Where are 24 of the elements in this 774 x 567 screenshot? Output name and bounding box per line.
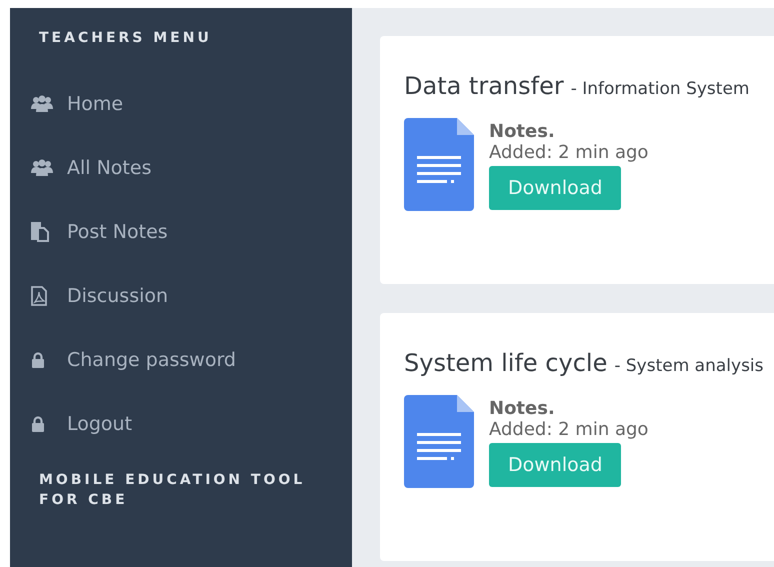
note-subject: - System analysis	[614, 356, 764, 376]
menu-link[interactable]: Home	[67, 93, 124, 115]
notes-label: Notes.	[489, 121, 555, 142]
app-title: MOBILE EDUCATION TOOL FOR CBE	[38, 471, 306, 510]
document-icon	[404, 118, 474, 211]
note-title: Data transfer	[404, 72, 564, 100]
menu-link[interactable]: All Notes	[67, 157, 152, 179]
added-time: Added: 2 min ago	[489, 419, 648, 440]
lock-icon	[31, 416, 45, 432]
pdf-file-icon	[31, 286, 47, 306]
added-time: Added: 2 min ago	[489, 142, 648, 163]
lock-icon	[31, 352, 45, 368]
users-icon	[31, 95, 53, 113]
menu-link[interactable]: Discussion	[67, 285, 168, 307]
document-icon	[404, 395, 474, 488]
copy-icon	[31, 222, 49, 242]
menu-link[interactable]: Post Notes	[67, 221, 168, 243]
notes-label: Notes.	[489, 398, 555, 419]
note-title: System life cycle	[404, 349, 608, 377]
menu-heading: TEACHERS MENU	[38, 29, 213, 46]
menu-link[interactable]: Logout	[67, 413, 132, 435]
users-icon	[31, 159, 53, 177]
note-subject: - Information System	[570, 79, 750, 99]
menu-link[interactable]: Change password	[67, 349, 236, 371]
